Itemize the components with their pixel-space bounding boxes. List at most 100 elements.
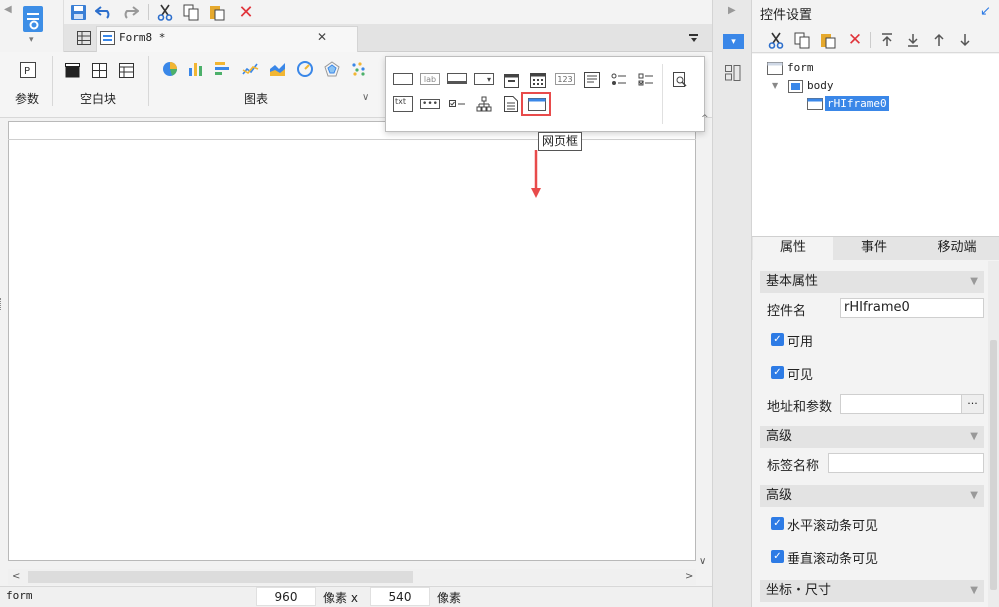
vertical-scroll-checkbox[interactable]: ✓: [771, 550, 784, 563]
copy-icon[interactable]: [181, 2, 201, 22]
blank-block-split-icon[interactable]: [89, 60, 109, 80]
text-widget-icon[interactable]: txt: [393, 96, 413, 112]
scroll-right-icon[interactable]: >: [685, 571, 693, 582]
tag-name-field[interactable]: [828, 453, 984, 473]
line-chart-icon[interactable]: [240, 59, 260, 79]
section-coords-label: 坐标・尺寸: [766, 583, 832, 598]
blank-block-black-icon[interactable]: [62, 60, 82, 80]
panel-collapse-left-icon[interactable]: ◀: [4, 4, 12, 15]
url-edit-button[interactable]: ···: [961, 394, 984, 414]
form-canvas[interactable]: [8, 121, 696, 561]
url-field[interactable]: [840, 394, 962, 414]
panel-collapse-right-icon[interactable]: ▶: [728, 5, 736, 16]
blank-block-grid-icon[interactable]: [116, 60, 136, 80]
visible-checkbox[interactable]: ✓: [771, 366, 784, 379]
label-widget-icon[interactable]: lab: [420, 73, 440, 85]
ribbon-group-label-blank: 空白块: [79, 92, 116, 106]
dropdown-widget-icon[interactable]: ▾: [474, 73, 494, 85]
widget-settings-dock-icon[interactable]: ▾: [723, 34, 744, 49]
canvas-height-input[interactable]: 540: [370, 587, 430, 606]
textarea-widget-icon[interactable]: [582, 71, 602, 89]
tree-widget-icon[interactable]: [474, 95, 494, 113]
paste-icon[interactable]: [207, 2, 227, 22]
checkbox-group-widget-icon[interactable]: [636, 71, 656, 89]
move-bottom-icon[interactable]: [903, 30, 923, 50]
tree-node-form[interactable]: form: [787, 61, 814, 74]
canvas-header-line: [8, 139, 696, 140]
popup-collapse-icon[interactable]: ^: [701, 114, 709, 124]
scroll-left-icon[interactable]: <: [12, 571, 20, 582]
tag-name-label: 标签名称: [767, 459, 820, 474]
delete-icon[interactable]: ✕: [236, 2, 256, 23]
bar-chart-icon[interactable]: [186, 59, 206, 79]
textbox-widget-icon[interactable]: [393, 73, 413, 85]
pie-chart-icon[interactable]: [160, 59, 180, 79]
tab-menu-icon[interactable]: [686, 30, 702, 46]
tab-events[interactable]: 事件: [834, 237, 914, 260]
horizontal-bar-chart-icon[interactable]: [212, 59, 232, 79]
panel-title: 控件设置: [760, 8, 813, 23]
section-advanced[interactable]: 高级 ▼: [760, 426, 984, 448]
cut-icon[interactable]: [155, 2, 175, 22]
tab-mobile[interactable]: 移动端: [915, 237, 999, 260]
property-scrollbar-thumb[interactable]: [990, 340, 997, 590]
section-advanced-2[interactable]: 高级 ▼: [760, 485, 984, 507]
canvas-width-unit: 像素 x: [323, 591, 358, 605]
horizontal-scrollbar-thumb[interactable]: [28, 571, 413, 583]
tree-expand-icon[interactable]: ▼: [772, 81, 778, 90]
date-widget-icon[interactable]: [501, 71, 521, 89]
tab-close-icon[interactable]: ✕: [317, 30, 327, 44]
parameter-icon[interactable]: P: [18, 60, 38, 80]
canvas-height-unit: 像素: [437, 591, 462, 605]
scatter-chart-icon[interactable]: [349, 59, 369, 79]
section-coords[interactable]: 坐标・尺寸 ▼: [760, 580, 984, 602]
component-dock-icon[interactable]: [723, 64, 743, 82]
tab-title: Form8 *: [119, 31, 166, 44]
enabled-checkbox[interactable]: ✓: [771, 333, 784, 346]
file-widget-icon[interactable]: [501, 95, 521, 113]
left-splitter-handle[interactable]: [0, 298, 3, 310]
visible-label: 可见: [787, 368, 814, 383]
ribbon-group-label-param: 参数: [14, 92, 39, 106]
password-widget-icon[interactable]: •••: [420, 99, 440, 109]
canvas-width-input[interactable]: 960: [256, 587, 316, 606]
move-top-icon[interactable]: [877, 30, 897, 50]
area-chart-icon[interactable]: [267, 59, 287, 79]
gauge-chart-icon[interactable]: [295, 59, 315, 79]
widget-name-field[interactable]: rHIframe0: [840, 298, 984, 318]
preview-widget-icon[interactable]: [670, 71, 690, 89]
panel-pin-icon[interactable]: ↙: [980, 4, 991, 19]
app-menu-dropdown-icon[interactable]: ▾: [29, 35, 34, 45]
panel-delete-icon[interactable]: ✕: [845, 30, 865, 50]
move-down-icon[interactable]: [955, 30, 975, 50]
radar-chart-icon[interactable]: [322, 59, 342, 79]
chart-group-expand-icon[interactable]: ∨: [362, 92, 369, 103]
iframe-tooltip: 网页框: [538, 132, 583, 151]
redo-icon[interactable]: [120, 2, 140, 22]
iframe-node-icon: [806, 96, 824, 112]
button-widget-icon[interactable]: [447, 73, 467, 84]
panel-copy-icon[interactable]: [792, 30, 812, 50]
grid-view-icon[interactable]: [74, 28, 94, 48]
section-basic[interactable]: 基本属性 ▼: [760, 271, 984, 293]
ribbon-divider: [52, 56, 53, 106]
number-widget-icon[interactable]: 123: [555, 73, 575, 85]
svg-text:P: P: [24, 66, 30, 77]
chevron-down-icon: ▼: [970, 490, 978, 501]
tab-properties[interactable]: 属性: [753, 237, 833, 260]
save-icon[interactable]: [68, 2, 88, 22]
undo-icon[interactable]: [94, 2, 114, 22]
radio-group-widget-icon[interactable]: [609, 71, 629, 89]
calendar-widget-icon[interactable]: [528, 71, 548, 89]
panel-cut-icon[interactable]: [766, 30, 786, 50]
horizontal-scroll-checkbox[interactable]: ✓: [771, 517, 784, 530]
app-menu-icon[interactable]: [20, 4, 46, 34]
tree-node-iframe-selected[interactable]: rHIframe0: [825, 96, 889, 111]
widget-name-label: 控件名: [767, 304, 807, 319]
move-up-icon[interactable]: [929, 30, 949, 50]
checkbox-widget-icon[interactable]: [447, 96, 467, 112]
tree-node-body[interactable]: body: [807, 79, 834, 92]
panel-paste-icon[interactable]: [818, 30, 838, 50]
canvas-scroll-down-icon[interactable]: ∨: [699, 556, 706, 567]
url-label: 地址和参数: [767, 400, 833, 415]
